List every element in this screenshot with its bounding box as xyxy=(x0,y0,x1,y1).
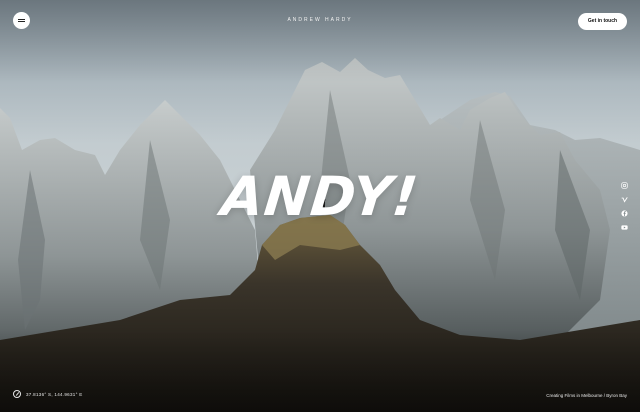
social-links xyxy=(620,181,628,237)
footer-tagline: Creating Films in Melbourne / Byron Bay xyxy=(546,393,627,398)
youtube-icon[interactable] xyxy=(620,223,628,231)
instagram-icon[interactable] xyxy=(620,181,628,189)
hero-title: ANDY! xyxy=(218,165,422,228)
vimeo-icon[interactable] xyxy=(620,195,628,203)
compass-icon xyxy=(13,390,21,398)
coordinates: 37.8136° S, 144.9631° E xyxy=(13,389,83,399)
get-in-touch-button[interactable]: Get in touch xyxy=(578,13,627,30)
coordinates-text: 37.8136° S, 144.9631° E xyxy=(26,391,83,397)
site-brand[interactable]: ANDREW HARDY xyxy=(0,17,640,23)
facebook-icon[interactable] xyxy=(620,209,628,217)
